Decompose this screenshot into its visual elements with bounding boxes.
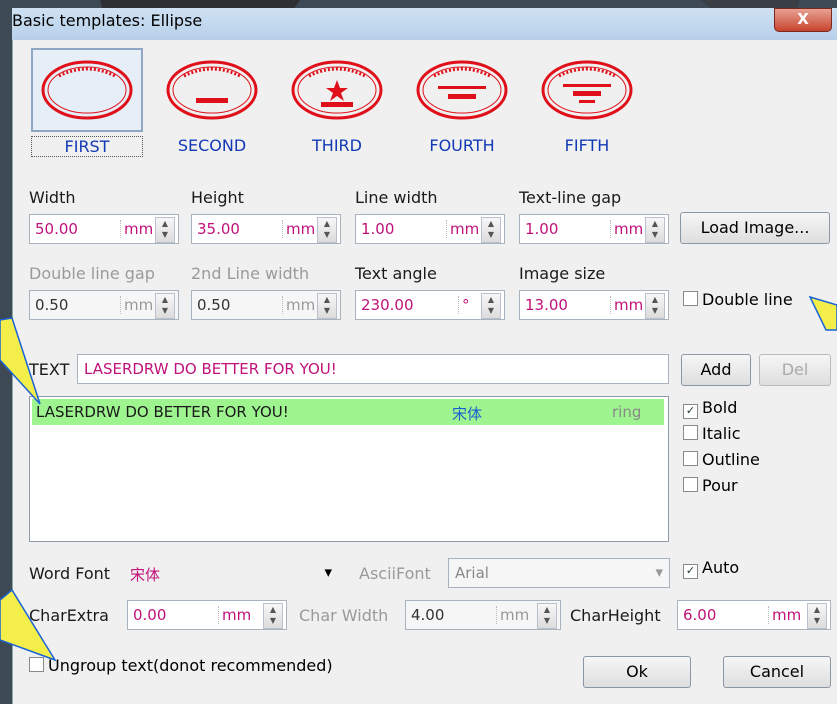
callout-arrows [0, 295, 837, 662]
